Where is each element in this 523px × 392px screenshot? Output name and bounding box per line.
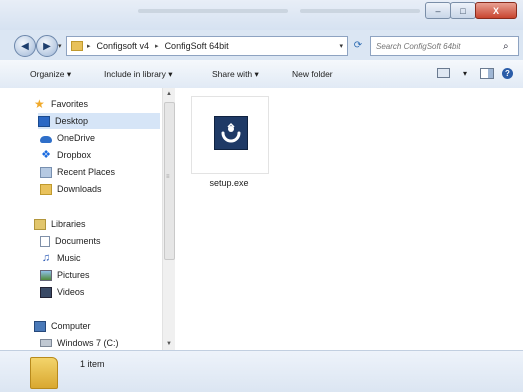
downloads-icon: [40, 183, 52, 195]
nav-scrollbar[interactable]: ▲ ≡ ▼: [162, 88, 175, 350]
nav-label: Libraries: [51, 219, 86, 229]
scroll-grip-icon: ≡: [166, 174, 169, 180]
nav-onedrive[interactable]: OneDrive: [40, 130, 162, 146]
file-tile-setup[interactable]: [191, 96, 269, 174]
folder-icon: [71, 41, 83, 51]
drive-icon: [40, 339, 52, 347]
search-input[interactable]: [371, 40, 503, 52]
scroll-thumb[interactable]: [164, 102, 175, 260]
view-controls: ▾ ?: [428, 67, 513, 79]
refresh-button[interactable]: ⟳: [350, 37, 366, 53]
nav-downloads[interactable]: Downloads: [40, 181, 162, 197]
nav-videos[interactable]: Videos: [40, 284, 162, 300]
recent-pages-dropdown[interactable]: ▾: [58, 42, 62, 50]
title-blur: [138, 9, 288, 13]
cloud-icon: [40, 135, 52, 143]
nav-drive-c[interactable]: Windows 7 (C:): [40, 335, 162, 350]
videos-icon: [40, 286, 52, 298]
recent-places-icon: [40, 166, 52, 178]
nav-label: OneDrive: [57, 133, 96, 143]
libraries-icon: [34, 218, 46, 230]
view-dropdown[interactable]: ▾: [458, 67, 472, 79]
new-folder-button[interactable]: New folder: [292, 69, 333, 79]
nav-label: Documents: [55, 236, 101, 246]
installer-icon: [214, 116, 248, 150]
preview-pane-icon: [480, 67, 494, 79]
title-blur: [300, 9, 420, 13]
nav-label: Desktop: [55, 116, 89, 126]
computer-icon: [34, 320, 46, 332]
explorer-window: – □ X ◀ ▶ ▾ ▸ Configsoft v4 ▸ ConfigSoft…: [0, 0, 523, 392]
preview-pane-button[interactable]: [480, 67, 494, 79]
nav-label: Downloads: [57, 184, 102, 194]
maximize-button[interactable]: □: [450, 2, 476, 19]
breadcrumb-configsoft-v4[interactable]: Configsoft v4: [97, 41, 150, 51]
nav-documents[interactable]: Documents: [40, 233, 162, 249]
scroll-down-arrow[interactable]: ▼: [166, 341, 172, 347]
window-controls: – □ X: [425, 2, 517, 19]
file-list: setup.exe: [175, 88, 523, 350]
search-box[interactable]: ⌕: [370, 36, 519, 56]
nav-pictures[interactable]: Pictures: [40, 267, 162, 283]
pictures-icon: [40, 269, 52, 281]
folder-icon: [30, 357, 58, 389]
include-in-library-button[interactable]: Include in library ▾: [104, 69, 173, 80]
nav-favorites[interactable]: ★ Favorites: [34, 96, 162, 112]
address-bar[interactable]: ▸ Configsoft v4 ▸ ConfigSoft 64bit ▾: [66, 36, 348, 56]
breadcrumb-separator[interactable]: ▸: [155, 42, 159, 50]
minimize-button[interactable]: –: [425, 2, 451, 19]
dropbox-icon: ❖: [41, 148, 51, 161]
nav-recent-places[interactable]: Recent Places: [40, 164, 162, 180]
nav-label: Recent Places: [57, 167, 116, 177]
address-row: ◀ ▶ ▾ ▸ Configsoft v4 ▸ ConfigSoft 64bit…: [0, 30, 523, 60]
nav-label: Windows 7 (C:): [57, 338, 119, 348]
details-pane: 1 item: [0, 350, 523, 392]
share-with-button[interactable]: Share with ▾: [212, 69, 259, 80]
title-bar[interactable]: – □ X: [0, 0, 523, 30]
address-dropdown[interactable]: ▾: [339, 42, 343, 50]
navigation-pane: ★ Favorites Desktop OneDrive ❖ Dropbox R…: [0, 88, 162, 350]
document-icon: [40, 235, 50, 247]
nav-desktop[interactable]: Desktop: [38, 113, 160, 129]
help-icon[interactable]: ?: [502, 67, 513, 79]
breadcrumb-configsoft-64bit[interactable]: ConfigSoft 64bit: [165, 41, 229, 51]
nav-label: Music: [57, 253, 81, 263]
scroll-up-arrow[interactable]: ▲: [166, 91, 172, 97]
star-icon: ★: [34, 96, 45, 111]
back-button[interactable]: ◀: [14, 35, 36, 57]
nav-dropbox[interactable]: ❖ Dropbox: [40, 147, 162, 163]
nav-computer[interactable]: Computer: [34, 318, 162, 334]
nav-music[interactable]: ♫ Music: [40, 250, 162, 266]
nav-label: Dropbox: [57, 150, 92, 160]
nav-label: Videos: [57, 287, 85, 297]
item-count: 1 item: [80, 359, 105, 369]
organize-button[interactable]: Organize ▾: [30, 69, 71, 80]
music-icon: ♫: [41, 251, 51, 264]
installer-glyph: [221, 122, 241, 143]
nav-label: Computer: [51, 321, 91, 331]
breadcrumb-separator[interactable]: ▸: [87, 42, 91, 50]
view-icon: [436, 68, 450, 78]
nav-label: Favorites: [51, 99, 89, 109]
nav-libraries[interactable]: Libraries: [34, 216, 162, 232]
desktop-icon: [38, 115, 50, 127]
view-options-button[interactable]: [436, 67, 450, 79]
command-bar: Organize ▾ Include in library ▾ Share wi…: [0, 60, 523, 89]
file-name-label[interactable]: setup.exe: [191, 178, 267, 188]
close-button[interactable]: X: [475, 2, 517, 19]
forward-button[interactable]: ▶: [36, 35, 58, 57]
nav-label: Pictures: [57, 270, 90, 280]
search-icon[interactable]: ⌕: [503, 41, 509, 52]
